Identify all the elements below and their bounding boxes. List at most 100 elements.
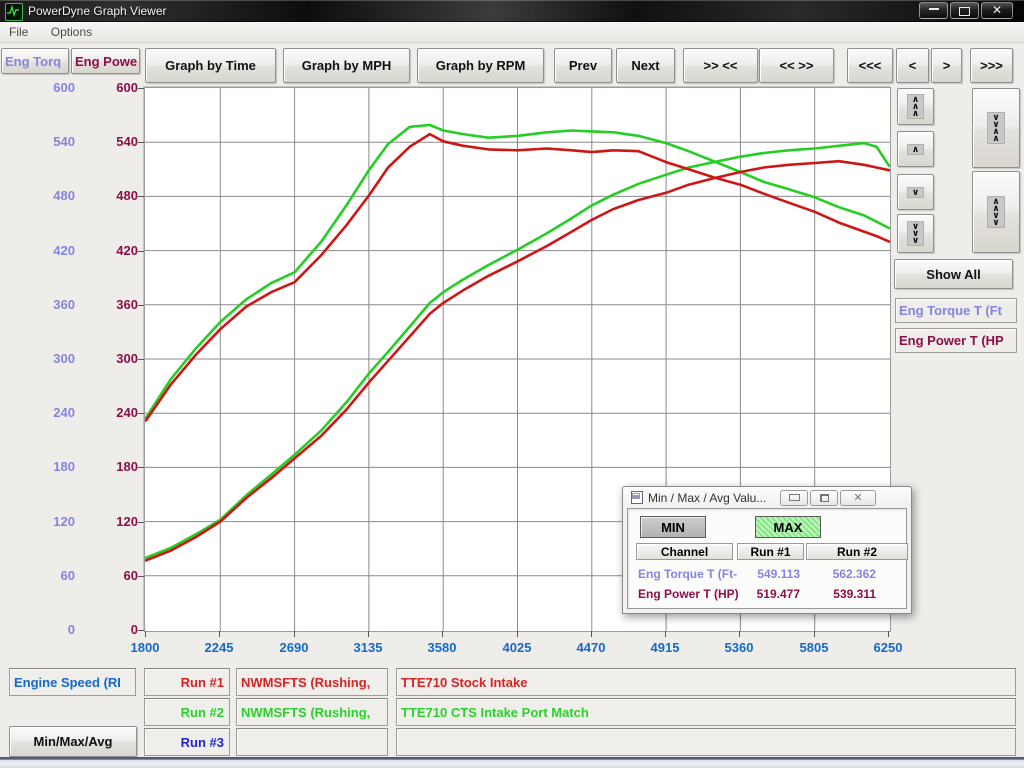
run1-column-header[interactable]: Run #1 — [737, 543, 804, 560]
graph-by-rpm-button[interactable]: Graph by RPM — [417, 48, 544, 83]
minmax-title-bar[interactable]: Min / Max / Avg Valu... ✕ — [623, 487, 911, 508]
run1-description-field[interactable]: TTE710 Stock Intake — [396, 668, 1016, 696]
run1-operator-field[interactable]: NWMSFTS (Rushing, — [236, 668, 388, 696]
rpm-axis-tick-label: 4470 — [561, 640, 621, 655]
chevron-up-icon: ∧ — [907, 144, 924, 155]
power-axis-tick-label: 540 — [92, 134, 138, 149]
y-axis-tick-mark — [138, 630, 144, 631]
torque-axis-tick-label: 240 — [29, 405, 75, 420]
minmaxavg-button[interactable]: Min/Max/Avg — [9, 726, 137, 757]
power-axis-tick-label: 480 — [92, 188, 138, 203]
y-scroll-down-fast-button[interactable]: ∨∨∨ — [897, 214, 934, 253]
run2-operator-field[interactable]: NWMSFTS (Rushing, — [236, 698, 388, 726]
x-axis-channel-field[interactable]: Engine Speed (RI — [9, 668, 136, 696]
minmax-window-title: Min / Max / Avg Valu... — [648, 491, 776, 505]
run3-description-field[interactable] — [396, 728, 1016, 756]
y-scroll-up-fast-button[interactable]: ∧∧∧ — [897, 88, 934, 125]
run2-column-header[interactable]: Run #2 — [806, 543, 908, 560]
minmax-minimize-button[interactable] — [780, 490, 808, 506]
prev-button[interactable]: Prev — [554, 48, 612, 83]
y-scroll-down-button[interactable]: ∨ — [897, 174, 934, 210]
power-axis-tick-label: 300 — [92, 351, 138, 366]
scroll-right-button[interactable]: > — [931, 48, 962, 83]
rpm-axis-tick-label: 5805 — [784, 640, 844, 655]
scroll-left-button[interactable]: < — [896, 48, 929, 83]
zoom-in-x-button[interactable]: >> << — [683, 48, 758, 83]
chevrons-outward-icon: ∧∧∨∨ — [987, 196, 1004, 228]
rpm-axis-tick-label: 2690 — [264, 640, 324, 655]
min-button[interactable]: MIN — [640, 516, 706, 538]
rpm-axis-tick-label: 5360 — [709, 640, 769, 655]
graph-by-time-button[interactable]: Graph by Time — [145, 48, 276, 83]
y-axis-tick-mark — [138, 142, 144, 143]
run3-operator-field[interactable] — [236, 728, 388, 756]
maximize-button[interactable] — [950, 2, 979, 19]
max-button[interactable]: MAX — [755, 516, 821, 538]
y-axis-tick-mark — [138, 522, 144, 523]
triple-chevron-up-icon: ∧∧∧ — [907, 94, 924, 119]
x-axis-tick-mark — [591, 631, 592, 637]
window-title: PowerDyne Graph Viewer — [28, 4, 167, 18]
minmax-close-button[interactable]: ✕ — [840, 490, 876, 506]
rpm-axis-tick-label: 3135 — [338, 640, 398, 655]
x-axis-tick-mark — [517, 631, 518, 637]
menu-file[interactable]: File — [0, 22, 37, 42]
power-axis-tick-label: 180 — [92, 459, 138, 474]
title-bar[interactable]: PowerDyne Graph Viewer ✕ — [0, 0, 1024, 22]
torque-axis-tick-label: 300 — [29, 351, 75, 366]
close-button[interactable]: ✕ — [981, 2, 1013, 19]
menu-bar: File Options — [0, 22, 1024, 43]
torque-axis-tick-label: 180 — [29, 459, 75, 474]
minmax-window-icon — [631, 491, 643, 504]
x-axis-tick-mark — [665, 631, 666, 637]
minmax-row-channel: Eng Power T (HP) — [638, 587, 739, 601]
torque-channel-label[interactable]: Eng Torque T (Ft — [895, 298, 1017, 323]
close-icon: ✕ — [992, 3, 1002, 17]
triple-chevron-down-icon: ∨∨∨ — [907, 221, 924, 246]
y-axis-tick-mark — [138, 413, 144, 414]
run2-label: Run #2 — [144, 698, 230, 726]
torque-axis-tick-label: 420 — [29, 243, 75, 258]
y-axis-tick-mark — [138, 305, 144, 306]
zoom-out-x-button[interactable]: << >> — [759, 48, 834, 83]
torque-axis-tick-label: 480 — [29, 188, 75, 203]
chevron-down-icon: ∨ — [907, 187, 924, 198]
scroll-left-fast-button[interactable]: <<< — [847, 48, 893, 83]
y-zoom-in-button[interactable]: ∨∨∧∧ — [972, 88, 1020, 168]
run2-description-field[interactable]: TTE710 CTS Intake Port Match — [396, 698, 1016, 726]
y-zoom-out-button[interactable]: ∧∧∨∨ — [972, 171, 1020, 253]
rpm-axis-tick-label: 3580 — [412, 640, 472, 655]
power-channel-button[interactable]: Eng Powe — [71, 48, 140, 74]
app-icon — [5, 3, 23, 21]
window-bottom-frame — [0, 757, 1024, 768]
minimize-icon — [789, 494, 800, 501]
power-channel-label[interactable]: Eng Power T (HP — [895, 328, 1017, 353]
power-axis-tick-label: 360 — [92, 297, 138, 312]
minimize-button[interactable] — [919, 2, 948, 19]
minmax-window[interactable]: Min / Max / Avg Valu... ✕ MIN MAX Channe… — [622, 486, 912, 614]
torque-channel-button[interactable]: Eng Torq — [1, 48, 69, 74]
x-axis-tick-mark — [145, 631, 146, 637]
rpm-axis-tick-label: 4025 — [487, 640, 547, 655]
minmax-maximize-button[interactable] — [810, 490, 838, 506]
next-button[interactable]: Next — [616, 48, 675, 83]
torque-axis-tick-label: 540 — [29, 134, 75, 149]
channel-column-header[interactable]: Channel — [636, 543, 733, 560]
torque-axis-tick-label: 600 — [29, 80, 75, 95]
x-axis-tick-mark — [294, 631, 295, 637]
run3-label: Run #3 — [144, 728, 230, 756]
menu-options[interactable]: Options — [42, 22, 101, 42]
minmax-row-run1-value: 549.113 — [737, 567, 800, 581]
torque-axis-tick-label: 0 — [29, 622, 75, 637]
show-all-button[interactable]: Show All — [894, 259, 1013, 289]
minimize-icon — [929, 5, 939, 10]
minmax-body: MIN MAX Channel Run #1 Run #2 Eng Torque… — [627, 508, 907, 609]
torque-axis-tick-label: 60 — [29, 568, 75, 583]
graph-by-mph-button[interactable]: Graph by MPH — [283, 48, 410, 83]
chevrons-inward-icon: ∨∨∧∧ — [987, 112, 1004, 144]
scroll-right-fast-button[interactable]: >>> — [970, 48, 1013, 83]
y-axis-tick-mark — [138, 467, 144, 468]
y-axis-tick-mark — [138, 88, 144, 89]
minmax-row-channel: Eng Torque T (Ft- — [638, 567, 737, 581]
y-scroll-up-button[interactable]: ∧ — [897, 131, 934, 167]
